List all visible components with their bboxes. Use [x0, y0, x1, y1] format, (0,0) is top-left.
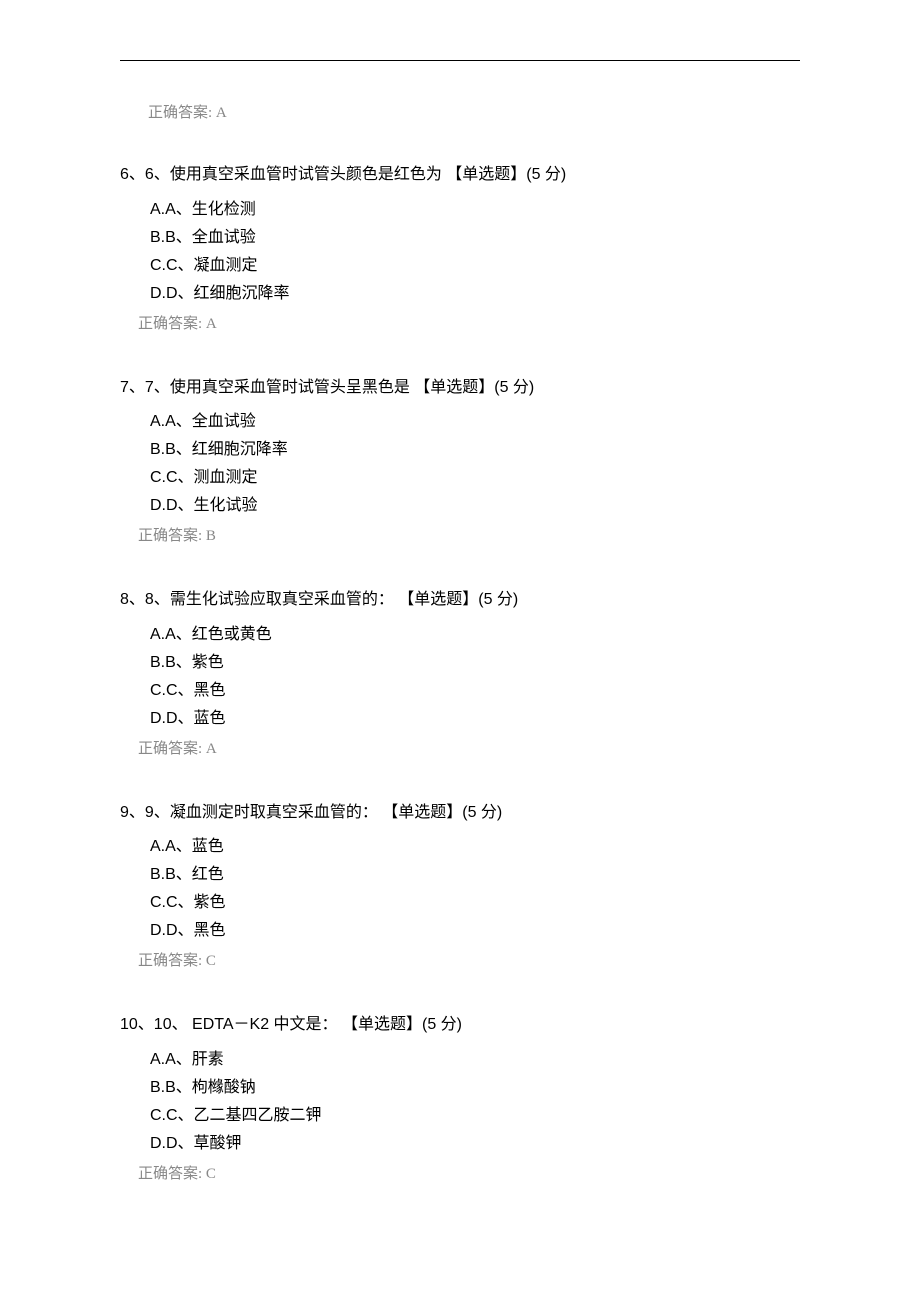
option-b: B.B、全血试验	[150, 224, 800, 252]
option-d: D.D、蓝色	[150, 705, 800, 733]
answer-line: 正确答案: A	[138, 312, 800, 333]
option-d: D.D、红细胞沉降率	[150, 280, 800, 308]
question-number: 6、6、	[120, 166, 170, 183]
option-b: B.B、紫色	[150, 649, 800, 677]
question-stem: 10、10、 EDTA－K2 中文是： 【单选题】(5 分)	[120, 1012, 800, 1038]
question-9: 9、9、凝血测定时取真空采血管的： 【单选题】(5 分) A.A、蓝色 B.B、…	[120, 800, 800, 971]
question-6: 6、6、使用真空采血管时试管头颜色是红色为 【单选题】(5 分) A.A、生化检…	[120, 162, 800, 333]
option-c: C.C、测血测定	[150, 464, 800, 492]
option-d: D.D、生化试验	[150, 492, 800, 520]
orphan-answer-line: 正确答案: A	[148, 101, 800, 122]
question-stem: 6、6、使用真空采血管时试管头颜色是红色为 【单选题】(5 分)	[120, 162, 800, 188]
options-list: A.A、生化检测 B.B、全血试验 C.C、凝血测定 D.D、红细胞沉降率	[150, 196, 800, 308]
option-a: A.A、肝素	[150, 1046, 800, 1074]
options-list: A.A、全血试验 B.B、红细胞沉降率 C.C、测血测定 D.D、生化试验	[150, 408, 800, 520]
options-list: A.A、肝素 B.B、枸橼酸钠 C.C、乙二基四乙胺二钾 D.D、草酸钾	[150, 1046, 800, 1158]
question-number: 10、10、	[120, 1016, 188, 1033]
answer-line: 正确答案: B	[138, 524, 800, 545]
option-c: C.C、凝血测定	[150, 252, 800, 280]
option-c: C.C、黑色	[150, 677, 800, 705]
question-number: 9、9、	[120, 804, 170, 821]
answer-line: 正确答案: C	[138, 949, 800, 970]
question-text: 使用真空采血管时试管头颜色是红色为 【单选题】(5 分)	[170, 166, 566, 183]
options-list: A.A、蓝色 B.B、红色 C.C、紫色 D.D、黑色	[150, 833, 800, 945]
question-8: 8、8、需生化试验应取真空采血管的： 【单选题】(5 分) A.A、红色或黄色 …	[120, 587, 800, 758]
answer-line: 正确答案: C	[138, 1162, 800, 1183]
option-a: A.A、红色或黄色	[150, 621, 800, 649]
question-stem: 8、8、需生化试验应取真空采血管的： 【单选题】(5 分)	[120, 587, 800, 613]
document-page: 正确答案: A 6、6、使用真空采血管时试管头颜色是红色为 【单选题】(5 分)…	[0, 0, 920, 1302]
header-rule	[120, 60, 800, 61]
option-c: C.C、乙二基四乙胺二钾	[150, 1102, 800, 1130]
question-stem: 9、9、凝血测定时取真空采血管的： 【单选题】(5 分)	[120, 800, 800, 826]
option-c: C.C、紫色	[150, 889, 800, 917]
question-text: 需生化试验应取真空采血管的： 【单选题】(5 分)	[170, 591, 518, 608]
option-b: B.B、枸橼酸钠	[150, 1074, 800, 1102]
option-b: B.B、红色	[150, 861, 800, 889]
option-a: A.A、蓝色	[150, 833, 800, 861]
answer-line: 正确答案: A	[138, 737, 800, 758]
option-d: D.D、草酸钾	[150, 1130, 800, 1158]
option-a: A.A、全血试验	[150, 408, 800, 436]
option-a: A.A、生化检测	[150, 196, 800, 224]
question-10: 10、10、 EDTA－K2 中文是： 【单选题】(5 分) A.A、肝素 B.…	[120, 1012, 800, 1183]
question-stem: 7、7、使用真空采血管时试管头呈黑色是 【单选题】(5 分)	[120, 375, 800, 401]
options-list: A.A、红色或黄色 B.B、紫色 C.C、黑色 D.D、蓝色	[150, 621, 800, 733]
question-number: 8、8、	[120, 591, 170, 608]
question-text: EDTA－K2 中文是： 【单选题】(5 分)	[188, 1016, 462, 1033]
question-7: 7、7、使用真空采血管时试管头呈黑色是 【单选题】(5 分) A.A、全血试验 …	[120, 375, 800, 546]
question-number: 7、7、	[120, 379, 170, 396]
option-d: D.D、黑色	[150, 917, 800, 945]
question-text: 凝血测定时取真空采血管的： 【单选题】(5 分)	[170, 804, 502, 821]
option-b: B.B、红细胞沉降率	[150, 436, 800, 464]
question-text: 使用真空采血管时试管头呈黑色是 【单选题】(5 分)	[170, 379, 534, 396]
